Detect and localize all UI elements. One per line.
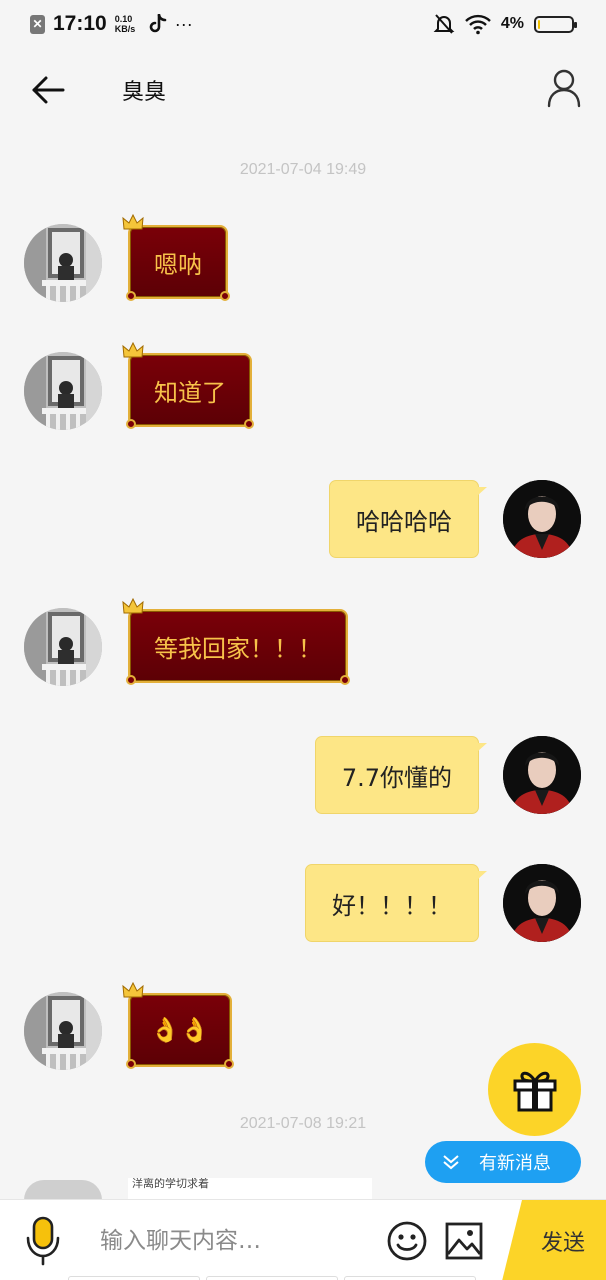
- send-button[interactable]: 发送: [502, 1200, 606, 1280]
- keyboard-edge: [0, 1274, 606, 1280]
- contact-avatar-image: [24, 992, 102, 1070]
- bubble-corner-ornament: [126, 291, 136, 301]
- crown-icon: [122, 597, 144, 614]
- battery-percent: 4%: [500, 15, 524, 32]
- message-text: 嗯呐: [154, 250, 202, 279]
- bubble-corner-ornament: [126, 675, 136, 685]
- received-message-bubble[interactable]: 👌👌: [122, 981, 234, 1069]
- message-input-bar: 发送: [0, 1199, 606, 1280]
- image-icon[interactable]: [444, 1221, 484, 1261]
- sent-message-bubble[interactable]: 好！！！！: [305, 864, 487, 942]
- received-message-bubble[interactable]: 知道了: [122, 341, 254, 429]
- my-avatar-image: [503, 480, 581, 558]
- message-text: 7.7你懂的: [341, 763, 452, 792]
- message-text: 好！！！！: [332, 891, 452, 920]
- contact-avatar[interactable]: [24, 992, 102, 1070]
- mute-bell-icon: [433, 14, 455, 34]
- contact-avatar-image: [24, 352, 102, 430]
- emoji-icon[interactable]: [386, 1220, 428, 1262]
- message-timestamp: 2021-07-04 19:49: [239, 161, 367, 178]
- crown-icon: [122, 981, 144, 998]
- bubble-corner-ornament: [220, 291, 230, 301]
- message-text: 哈哈哈哈: [356, 507, 452, 536]
- sent-message-bubble[interactable]: 哈哈哈哈: [329, 480, 487, 558]
- chat-title: 臭臭: [122, 80, 167, 105]
- contact-avatar[interactable]: [24, 224, 102, 302]
- my-avatar-image: [503, 736, 581, 814]
- tiktok-icon: [149, 14, 167, 33]
- sent-message-bubble[interactable]: 7.7你懂的: [314, 736, 488, 814]
- network-speed-value: 0.10: [114, 14, 133, 24]
- network-speed: 0.10 KB/s: [115, 14, 141, 34]
- battery-icon: [534, 15, 577, 33]
- crown-icon: [122, 341, 144, 358]
- status-time: 17:10: [53, 12, 107, 35]
- bubble-corner-ornament: [126, 419, 136, 429]
- received-message-bubble[interactable]: 嗯呐: [122, 213, 230, 301]
- message-text: 等我回家！！！: [154, 634, 322, 663]
- bubble-corner-ornament: [126, 1059, 136, 1069]
- received-message-bubble[interactable]: 等我回家！！！: [122, 597, 350, 685]
- profile-icon[interactable]: [546, 68, 582, 108]
- bubble-corner-ornament: [340, 675, 350, 685]
- contact-avatar-image: [24, 224, 102, 302]
- wifi-icon: [465, 14, 491, 35]
- crown-icon: [122, 213, 144, 230]
- chat-header: 臭臭: [0, 48, 606, 132]
- network-speed-unit: KB/s: [114, 24, 136, 34]
- new-messages-label: 有新消息: [479, 1153, 551, 1174]
- bubble-corner-ornament: [244, 419, 254, 429]
- my-avatar[interactable]: [503, 480, 581, 558]
- contact-avatar[interactable]: [24, 1180, 102, 1200]
- message-text: 👌👌: [150, 1016, 210, 1044]
- send-label: 发送: [540, 1230, 585, 1256]
- contact-avatar[interactable]: [24, 352, 102, 430]
- my-avatar[interactable]: [503, 864, 581, 942]
- contact-avatar[interactable]: [24, 608, 102, 686]
- bubble-corner-ornament: [223, 1059, 234, 1069]
- message-text: 知道了: [154, 378, 226, 407]
- back-arrow-icon[interactable]: [28, 70, 68, 110]
- double-chevron-down-icon: [443, 1155, 459, 1170]
- contact-avatar-image: [24, 608, 102, 686]
- gift-button[interactable]: [488, 1043, 581, 1136]
- microphone-icon[interactable]: [24, 1216, 62, 1266]
- more-notifications-icon: ···: [174, 13, 193, 34]
- battery-fill: [538, 19, 540, 29]
- message-input[interactable]: [100, 1220, 370, 1262]
- message-text: 洋离的学切求着: [132, 1178, 209, 1190]
- notification-close-icon: ✕: [30, 14, 45, 34]
- gift-icon: [513, 1071, 556, 1111]
- status-bar: ✕ 17:10 0.10 KB/s ··· 4%: [0, 0, 606, 48]
- new-messages-button[interactable]: 有新消息: [425, 1141, 581, 1183]
- my-avatar-image: [503, 864, 581, 942]
- my-avatar[interactable]: [503, 736, 581, 814]
